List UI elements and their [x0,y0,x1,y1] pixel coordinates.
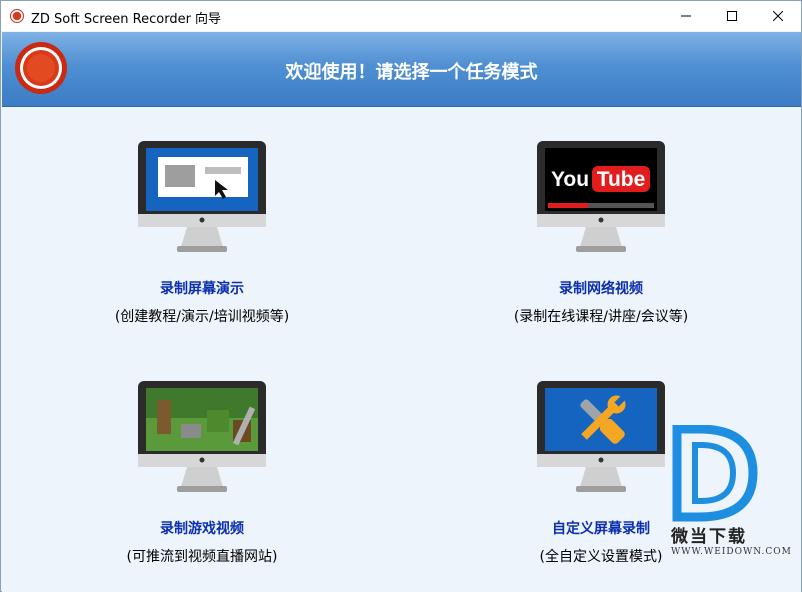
close-button[interactable] [755,1,801,31]
youtube-tube-text: Tube [597,168,646,191]
task-description: (创建教程/演示/培训视频等) [114,309,290,325]
maximize-icon [727,11,737,21]
game-scene-icon [138,381,266,492]
watermark-text: 微当下载 [671,527,747,547]
screen-presentation-icon [138,141,266,252]
task-title: 录制屏幕演示 [160,281,244,297]
task-game-video[interactable]: 录制游戏视频 (可推流到视频直播网站) [52,380,352,566]
maximize-button[interactable] [709,1,755,31]
tools-icon [537,381,665,492]
task-area: 录制屏幕演示 (创建教程/演示/培训视频等) You Tube 录制网络视频 (… [2,108,801,592]
window-title: ZD Soft Screen Recorder 向导 [31,12,222,27]
header-banner: 欢迎使用！请选择一个任务模式 [2,32,801,107]
banner-title: 欢迎使用！请选择一个任务模式 [285,62,538,83]
youtube-you-text: You [551,168,589,191]
task-description: (可推流到视频直播网站) [126,549,278,565]
watermark-url: WWW.WEIDOWN.COM [671,547,792,557]
title-bar[interactable]: ZD Soft Screen Recorder 向导 [1,1,801,31]
minimize-button[interactable] [663,1,709,31]
task-description: (录制在线课程/讲座/会议等) [513,309,689,325]
close-icon [773,11,783,21]
wizard-window: ZD Soft Screen Recorder 向导 欢迎使用！请选择一个任务模… [0,0,802,592]
app-record-icon [10,9,24,23]
minimize-icon [681,15,691,17]
task-screen-presentation[interactable]: 录制屏幕演示 (创建教程/演示/培训视频等) [52,140,352,326]
youtube-icon: You Tube [537,141,665,252]
task-title: 录制网络视频 [559,281,643,297]
task-title: 录制游戏视频 [160,521,244,537]
task-web-video[interactable]: You Tube 录制网络视频 (录制在线课程/讲座/会议等) [451,140,751,326]
